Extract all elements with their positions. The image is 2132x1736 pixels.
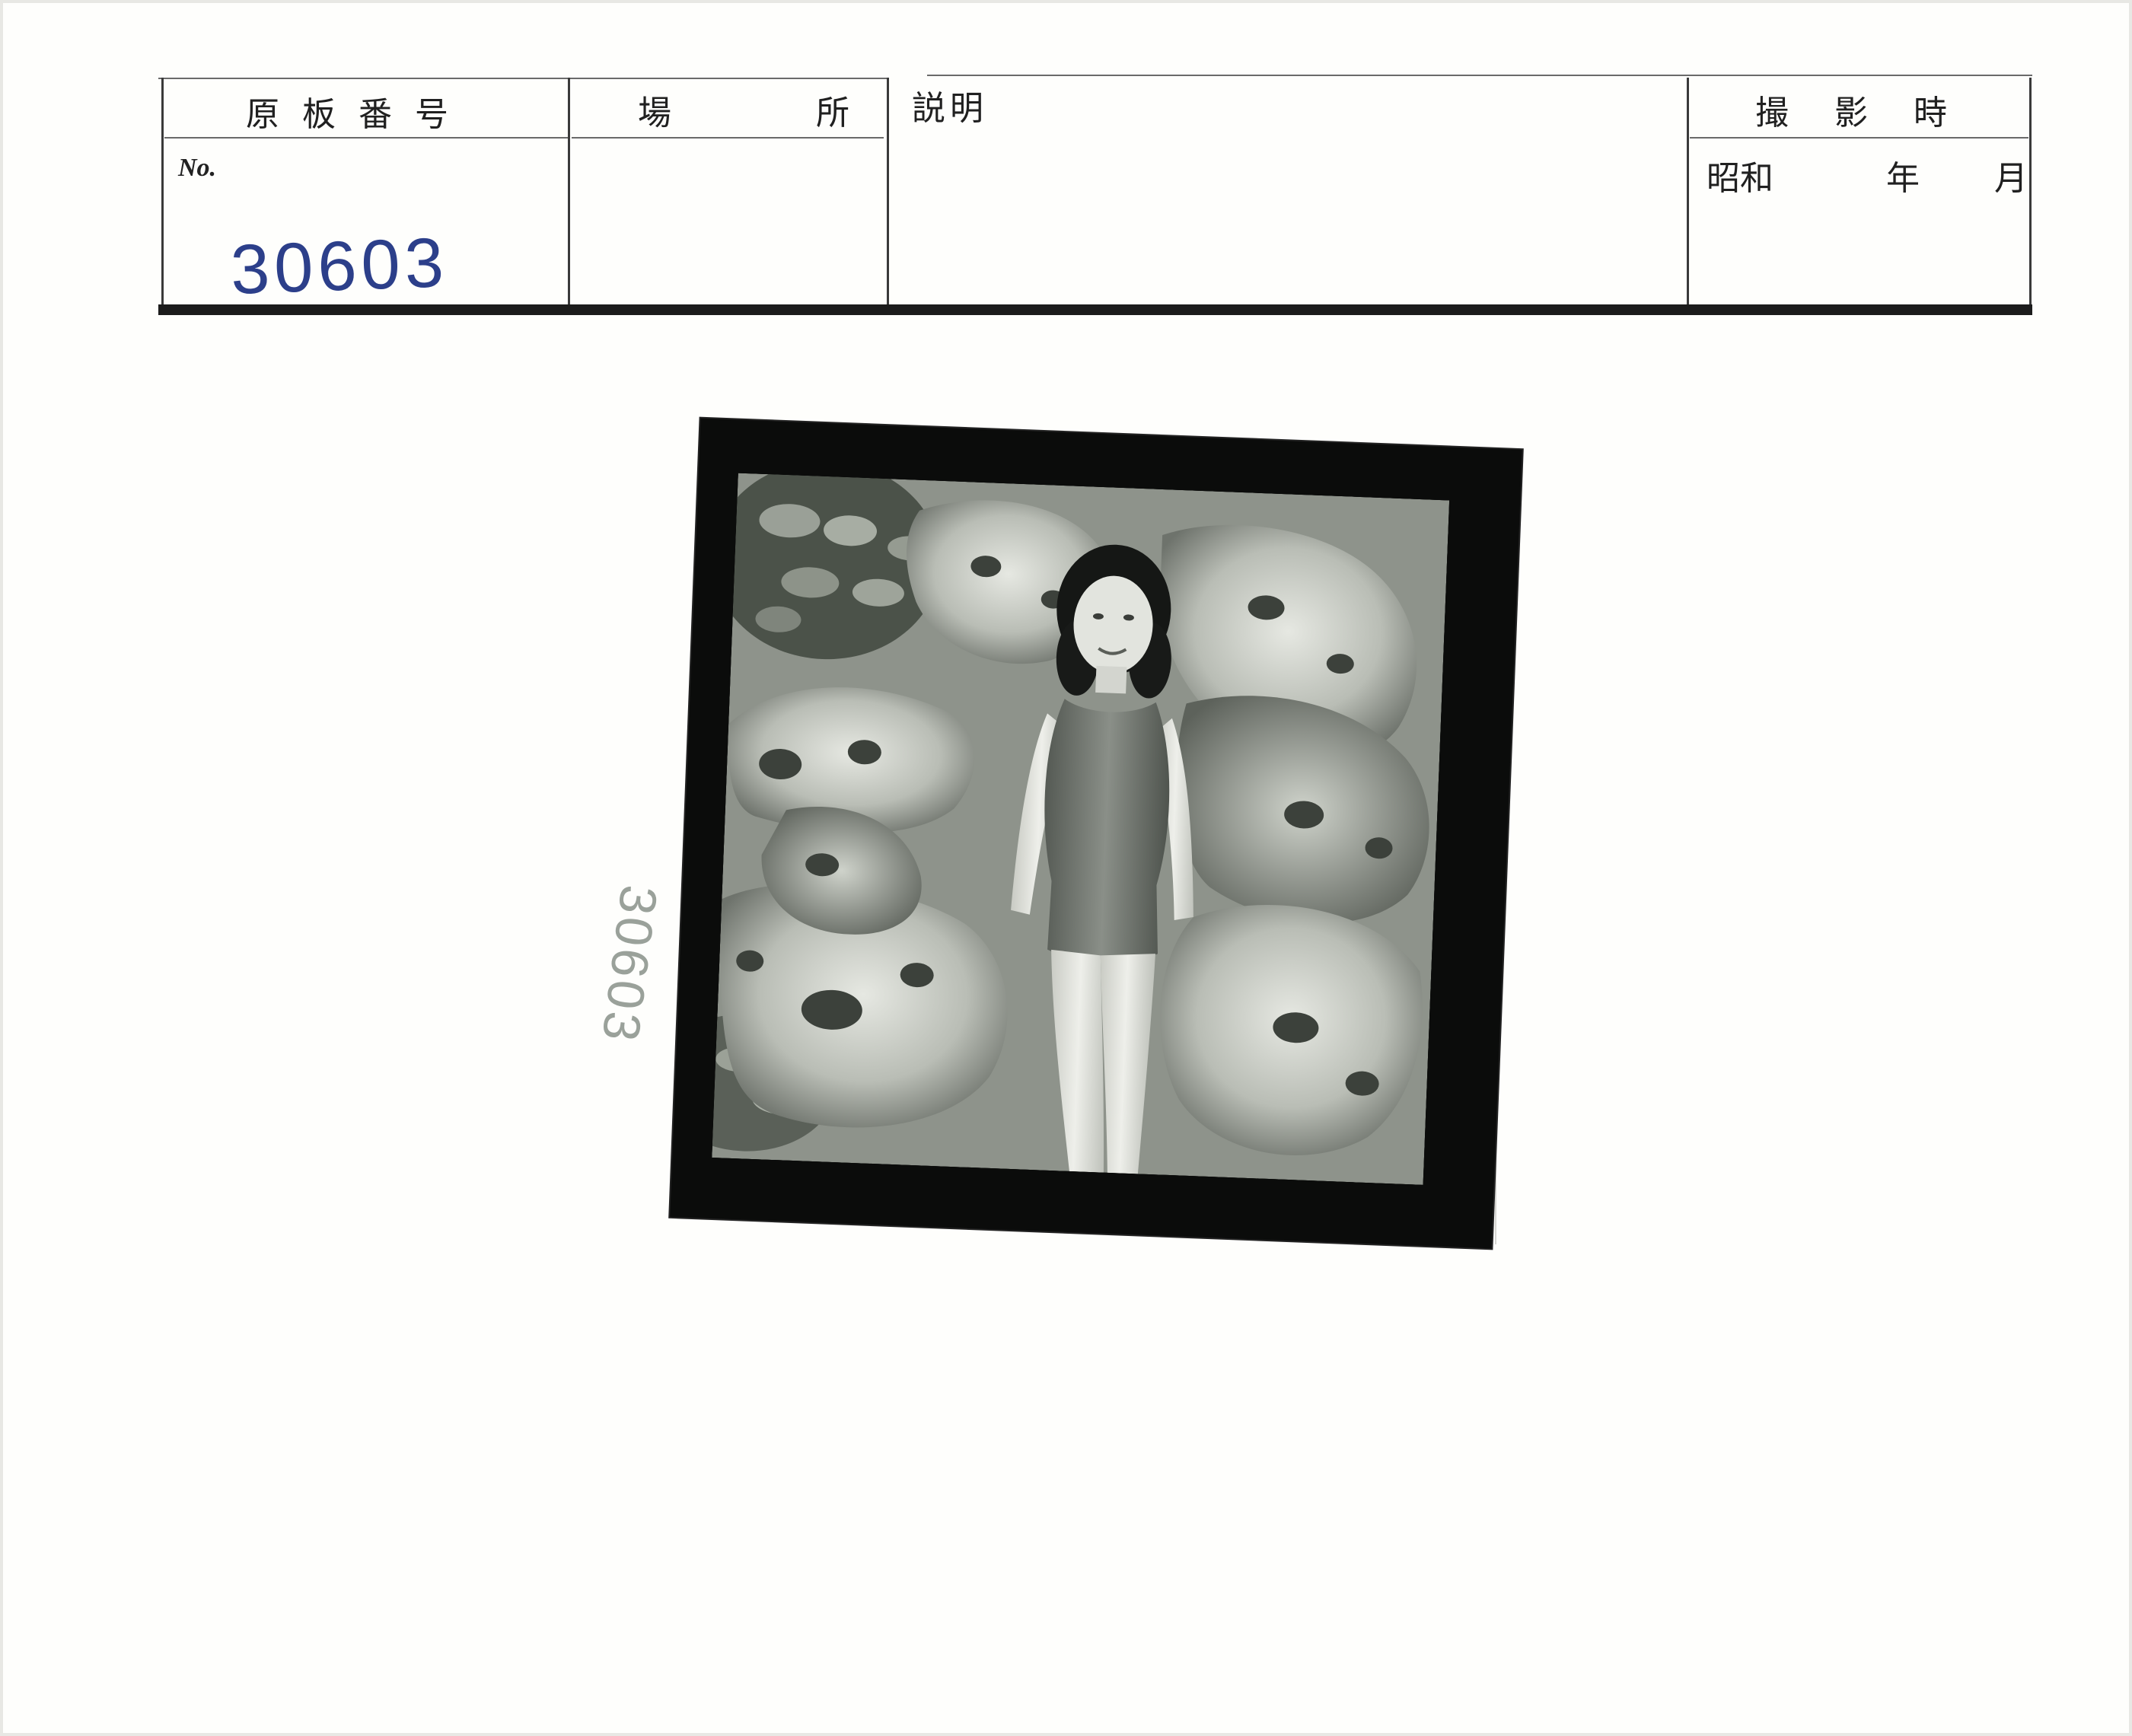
shooting-time-header: 撮影時 — [1755, 94, 1993, 132]
form-header: 原板番号 場 所 説明 撮影時 No. 30603 昭和 年 月 — [158, 75, 2032, 311]
divider-location-description — [887, 78, 889, 306]
location-header: 場 所 — [638, 94, 875, 132]
photograph-scene — [712, 473, 1450, 1185]
divider-right — [2029, 78, 2032, 306]
header-top-rule-right — [927, 75, 2032, 76]
location-header-rule — [572, 137, 884, 139]
header-bottom-rule — [158, 304, 2032, 315]
plate-header-rule — [164, 137, 568, 139]
divider-left — [161, 78, 164, 306]
photograph-image — [712, 473, 1450, 1185]
time-header-rule — [1690, 137, 2028, 139]
no-label: No. — [178, 154, 217, 182]
divider-plate-location — [568, 78, 570, 306]
divider-description-time — [1687, 78, 1689, 306]
mounted-photograph: 30603 — [591, 418, 1522, 1249]
plate-number-value: 30603 — [229, 224, 450, 309]
header-top-rule-left — [158, 78, 889, 79]
era-label: 昭和 — [1707, 159, 1773, 198]
month-label: 月 — [1994, 159, 2028, 198]
year-label: 年 — [1886, 159, 1920, 198]
plate-number-header: 原板番号 — [246, 95, 471, 134]
description-header: 説明 — [912, 89, 988, 128]
